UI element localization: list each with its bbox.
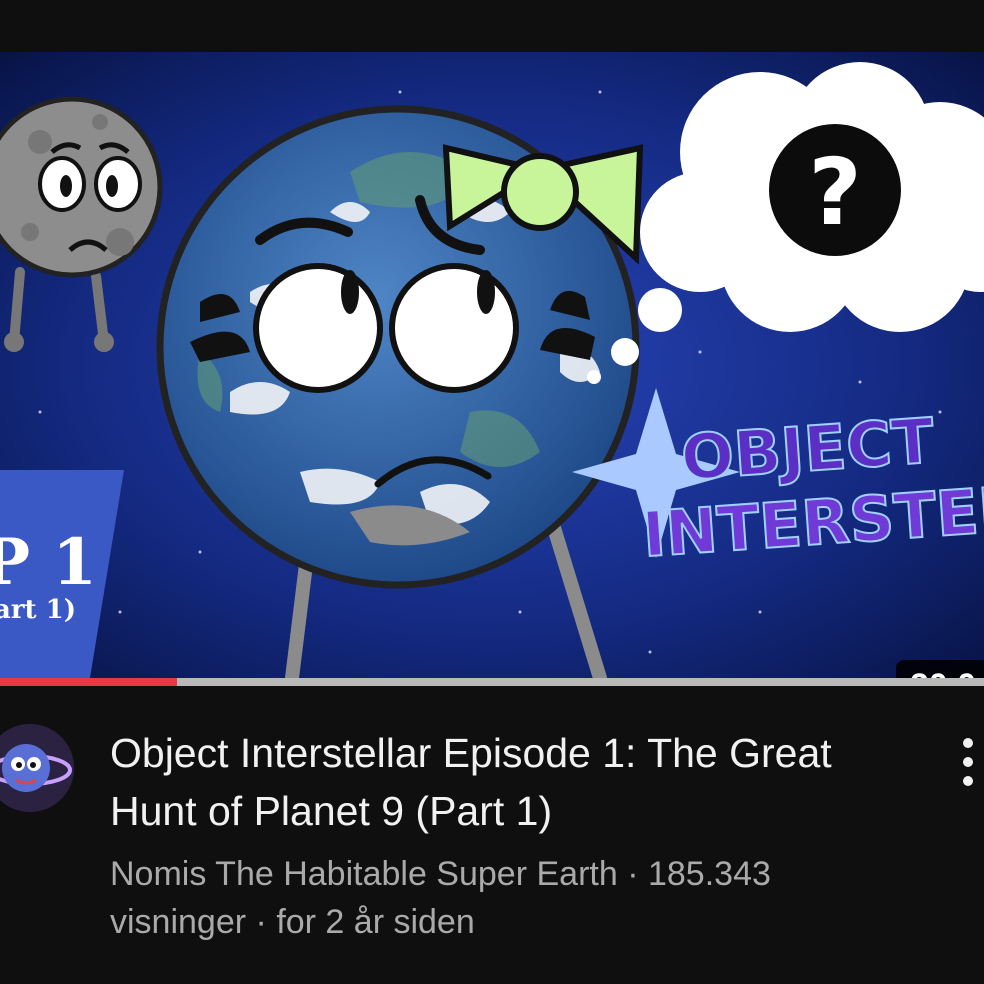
- video-thumbnail[interactable]: P 1 art 1) ? OBJECT INTERSTELLA: [0, 52, 984, 678]
- part-label: art 1): [0, 595, 76, 625]
- avatar-image: [0, 724, 74, 812]
- channel-avatar[interactable]: [0, 724, 74, 812]
- watch-progress-bar: [0, 678, 984, 686]
- thumbnail-artwork: P 1 art 1) ? OBJECT INTERSTELLA: [0, 52, 984, 678]
- watch-progress-fill: [0, 678, 178, 686]
- top-bar: [0, 0, 984, 52]
- upload-age: for 2 år siden: [276, 903, 475, 941]
- more-vertical-icon[interactable]: [950, 734, 984, 790]
- separator: ·: [627, 855, 639, 893]
- video-meta: Object Interstellar Episode 1: The Great…: [0, 686, 984, 984]
- video-duration-badge: 20.0: [895, 660, 984, 678]
- question-mark-icon: ?: [808, 139, 861, 246]
- duration-text: 20.0: [910, 667, 976, 678]
- video-subtitle: Nomis The Habitable Super Earth · 185.34…: [110, 850, 870, 946]
- channel-name[interactable]: Nomis The Habitable Super Earth: [110, 855, 618, 893]
- separator: ·: [255, 903, 267, 941]
- episode-label: P 1: [0, 525, 97, 600]
- video-title[interactable]: Object Interstellar Episode 1: The Great…: [110, 724, 870, 840]
